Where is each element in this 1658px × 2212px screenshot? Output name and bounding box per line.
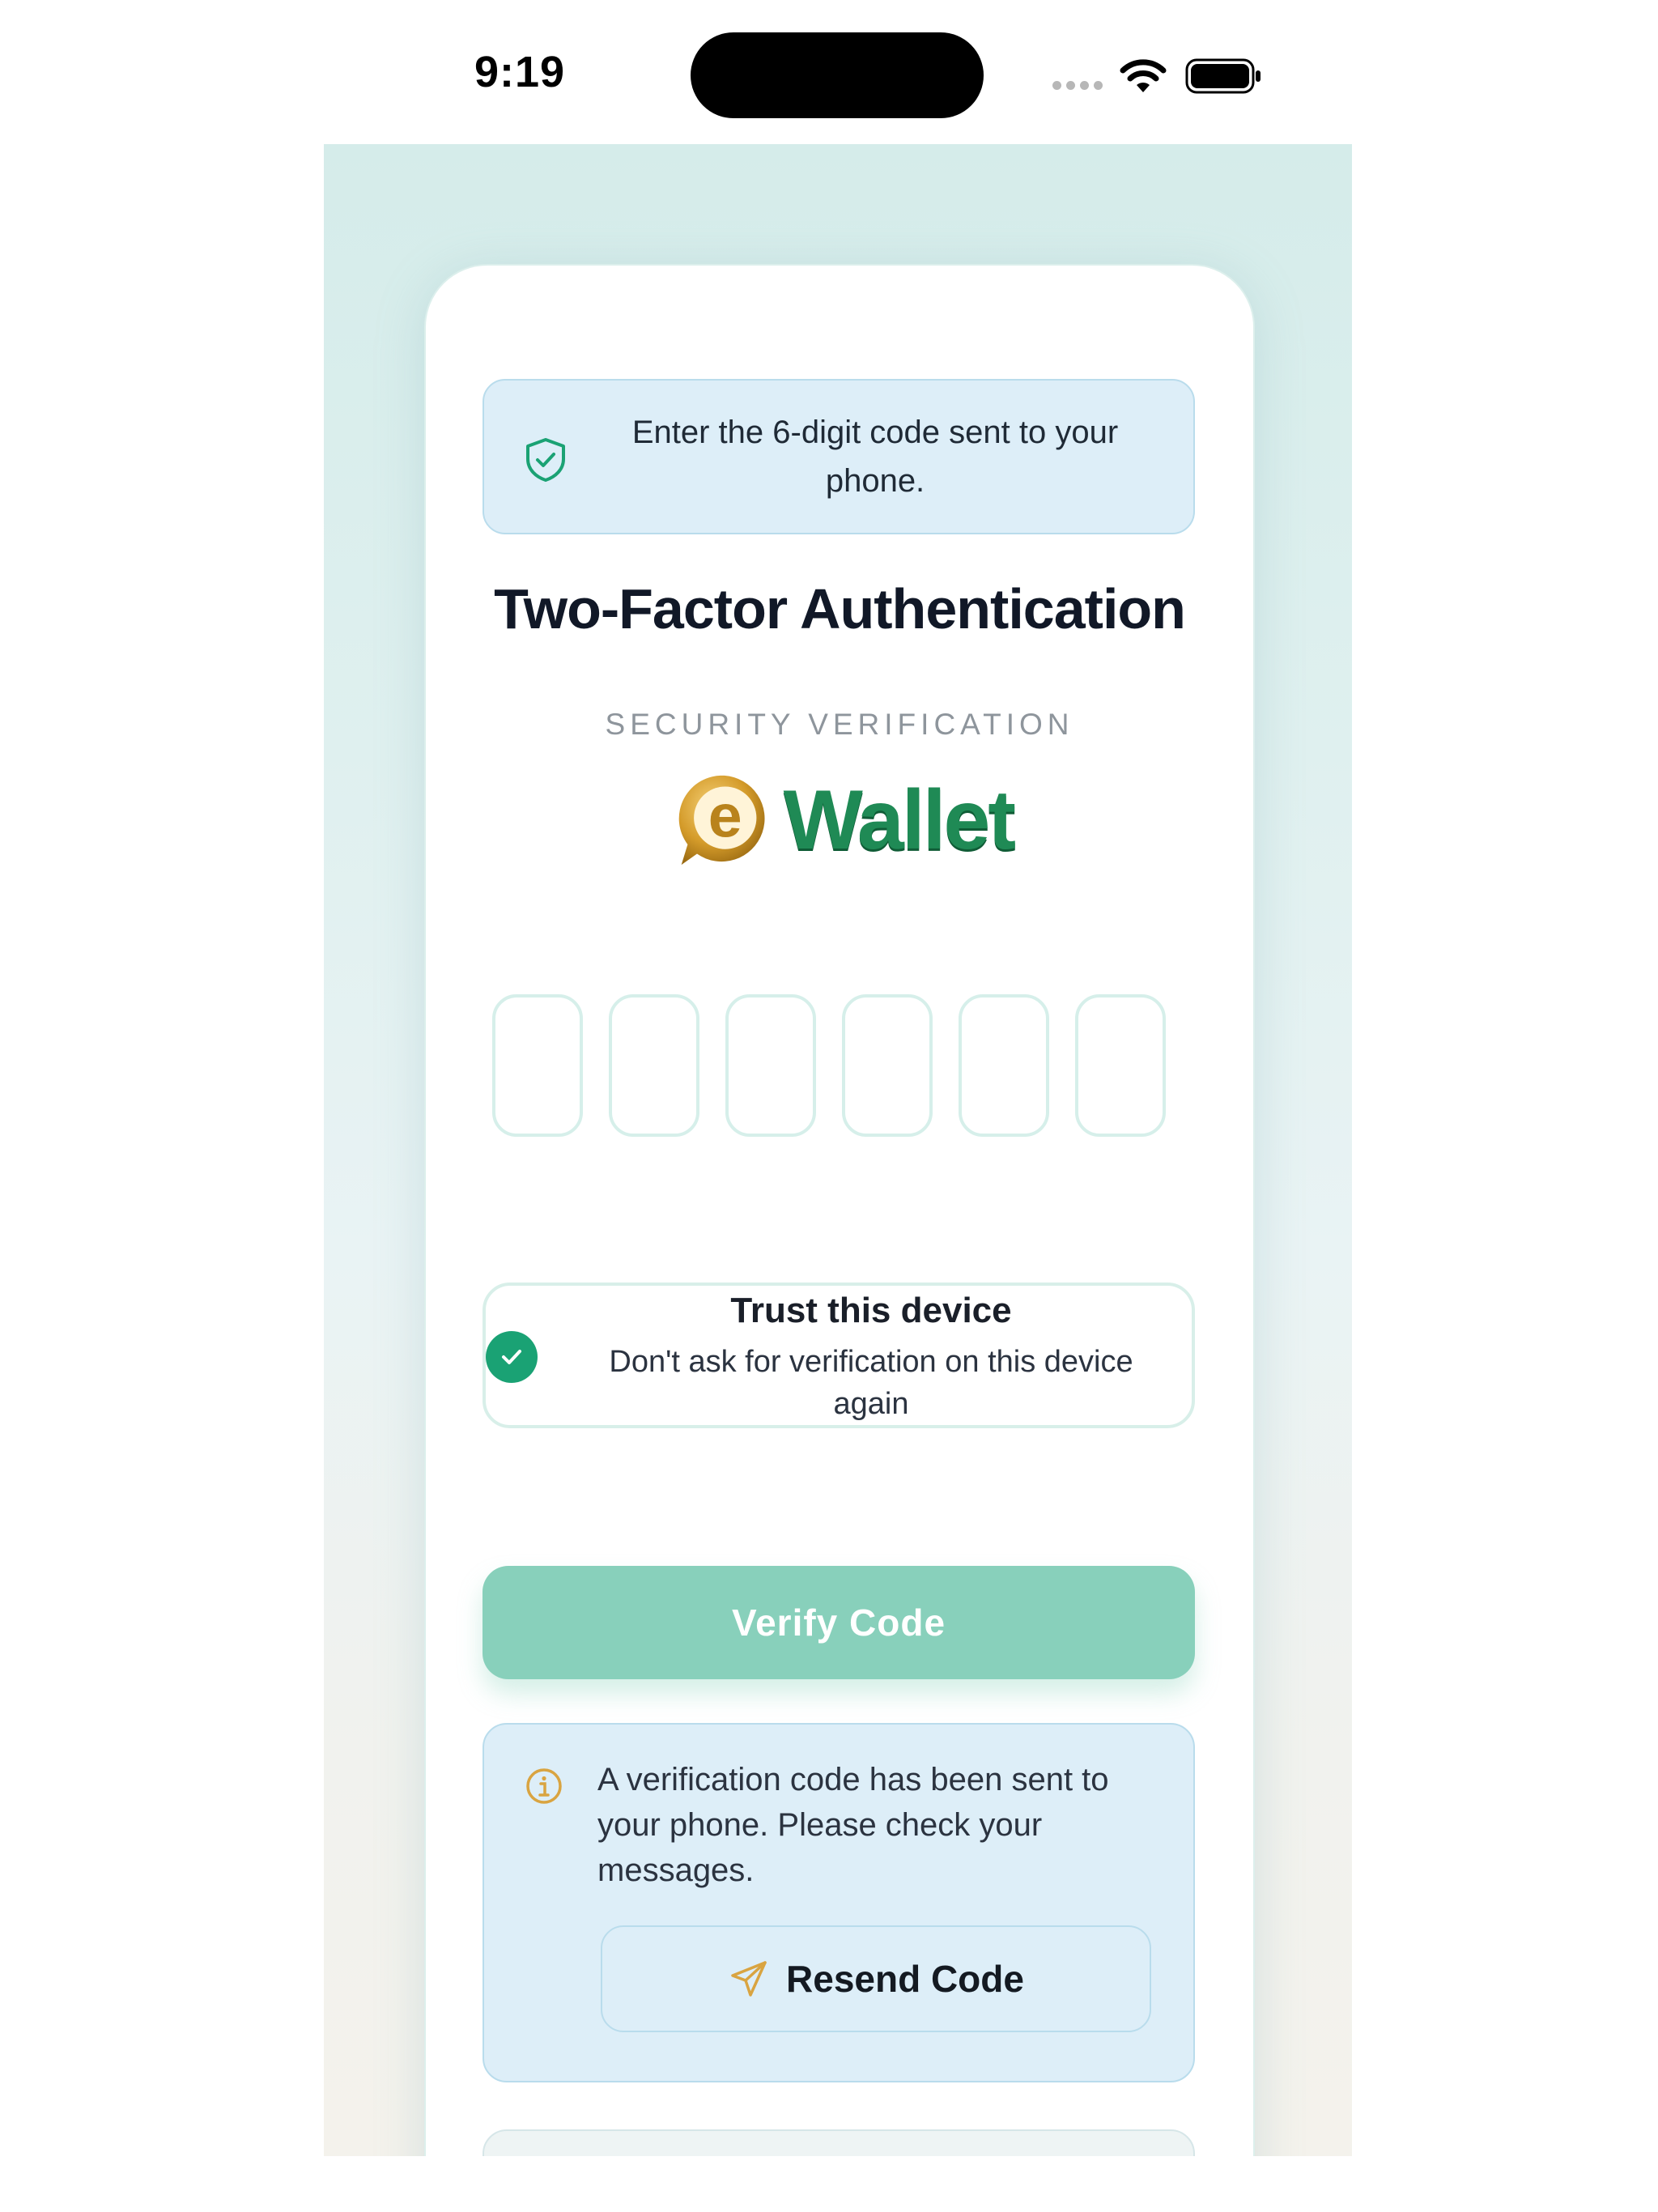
- otp-digit-4[interactable]: [842, 994, 933, 1137]
- code-sent-notice: A verification code has been sent to you…: [483, 1723, 1195, 2082]
- next-section-card: [483, 2129, 1195, 2156]
- verify-code-button[interactable]: Verify Code: [483, 1566, 1195, 1679]
- trust-device-description: Don't ask for verification on this devic…: [609, 1345, 1133, 1421]
- ewallet-logo-letter: e: [708, 781, 742, 849]
- info-icon: [526, 1768, 562, 1804]
- cellular-signal-icon: [1052, 81, 1103, 90]
- ewallet-wordmark: Wallet: [783, 772, 1016, 867]
- resend-code-label: Resend Code: [786, 1958, 1024, 2000]
- send-icon: [731, 1961, 767, 1997]
- app-screen: Enter the 6-digit code sent to your phon…: [324, 144, 1352, 2156]
- auth-card: Enter the 6-digit code sent to your phon…: [424, 264, 1255, 2156]
- ewallet-logo-mark: e: [678, 775, 765, 866]
- ewallet-logo: e Wallet: [674, 768, 1016, 873]
- status-time: 9:19: [474, 48, 566, 96]
- notice-text: A verification code has been sent to you…: [597, 1762, 1109, 1888]
- status-bar: 9:19: [0, 0, 1658, 144]
- otp-digit-1[interactable]: [492, 994, 583, 1137]
- page-subtitle: SECURITY VERIFICATION: [605, 708, 1074, 741]
- dynamic-island: [691, 32, 984, 118]
- instruction-text: Enter the 6-digit code sent to your phon…: [631, 415, 1119, 499]
- otp-digit-6[interactable]: [1075, 994, 1166, 1137]
- trust-device-title: Trust this device: [730, 1291, 1012, 1330]
- instruction-banner: Enter the 6-digit code sent to your phon…: [483, 379, 1195, 534]
- checkmark-icon: [502, 1350, 521, 1364]
- otp-digit-2[interactable]: [609, 994, 699, 1137]
- otp-digit-3[interactable]: [725, 994, 816, 1137]
- resend-code-button[interactable]: Resend Code: [601, 1925, 1151, 2032]
- wifi-icon: [1120, 59, 1167, 92]
- trust-device-checkbox[interactable]: [486, 1331, 538, 1383]
- otp-input-group: [492, 994, 1166, 1137]
- battery-icon: [1185, 58, 1261, 94]
- page-title: Two-Factor Authentication: [494, 577, 1186, 640]
- trust-device-toggle[interactable]: Trust this device Don't ask for verifica…: [483, 1283, 1195, 1428]
- shield-check-icon: [526, 438, 565, 482]
- otp-digit-5[interactable]: [959, 994, 1049, 1137]
